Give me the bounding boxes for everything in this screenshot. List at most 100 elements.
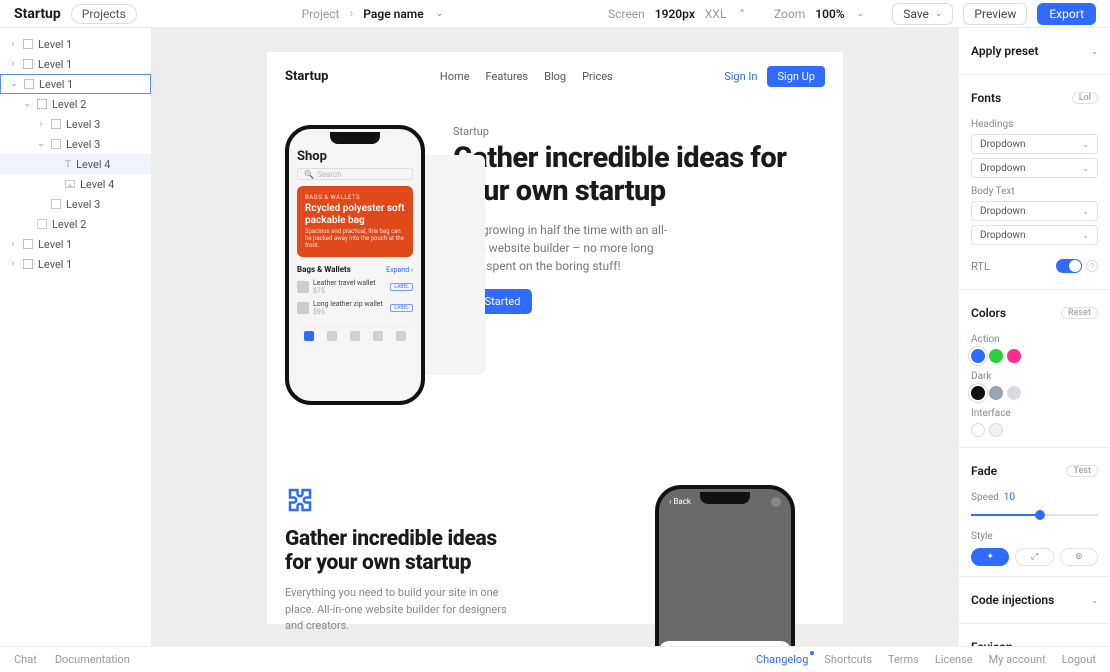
apply-preset-row[interactable]: Apply preset⌄ <box>971 38 1098 64</box>
tree-node[interactable]: T Level 4 <box>0 154 151 174</box>
phone-tabbar <box>297 326 413 341</box>
section2-body: Everything you need to build your site i… <box>285 585 515 635</box>
product-item: Leather travel wallet$75LABEL <box>297 279 413 295</box>
preview-button[interactable]: Preview <box>963 3 1027 25</box>
twist-icon[interactable]: ⌄ <box>22 99 32 109</box>
tree-node-label: Level 2 <box>52 98 86 111</box>
hero-title: Gather incredible ideas for your own sta… <box>453 142 825 209</box>
chevron-down-icon: ⌄ <box>1091 47 1098 56</box>
chevron-up-icon[interactable]: ⌃ <box>738 9 746 19</box>
body-dd-2[interactable]: Dropdown⌄ <box>971 225 1098 245</box>
twist-icon[interactable]: › <box>8 39 18 49</box>
speed-value: 10 <box>1004 492 1015 503</box>
tree-node-label: Level 1 <box>38 58 72 71</box>
footer-link[interactable]: Terms <box>888 653 919 666</box>
crumb-project[interactable]: Project <box>302 7 340 21</box>
bodytext-label: Body Text <box>971 186 1098 197</box>
footer-link[interactable]: Changelog <box>756 653 808 666</box>
interface-label: Interface <box>971 408 1098 419</box>
style-opt-3[interactable]: ⊚ <box>1060 548 1098 566</box>
tree-node[interactable]: Level 2 <box>0 214 151 234</box>
footer-link[interactable]: Logout <box>1062 653 1096 666</box>
tree-node[interactable]: › Level 1 <box>0 254 151 274</box>
tree-node[interactable]: › Level 1 <box>0 234 151 254</box>
footer-link[interactable]: Shortcuts <box>824 653 872 666</box>
export-button[interactable]: Export <box>1037 3 1096 25</box>
projects-pill[interactable]: Projects <box>71 4 137 24</box>
tree-node[interactable]: Level 3 <box>0 194 151 214</box>
hero-eyebrow: Startup <box>453 125 825 138</box>
chevron-down-icon[interactable]: ⌄ <box>857 9 865 19</box>
section2-title: Gather incredible ideas for your own sta… <box>285 527 515 575</box>
screen-value[interactable]: 1920px <box>655 7 695 21</box>
style-opt-2[interactable]: ⤢ <box>1015 548 1053 566</box>
fade-heading: Fade <box>971 464 997 478</box>
headings-label: Headings <box>971 119 1098 130</box>
tree-node-label: Level 1 <box>39 78 73 91</box>
expand-link: Expand › <box>386 266 413 274</box>
headings-dd-2[interactable]: Dropdown⌄ <box>971 158 1098 178</box>
fonts-heading: Fonts <box>971 91 1001 105</box>
screen-size: XXL <box>705 7 727 21</box>
tree-node-label: Level 3 <box>66 198 100 211</box>
zoom-label: Zoom <box>774 7 805 21</box>
fade-pill[interactable]: Test <box>1066 465 1098 477</box>
nav-link[interactable]: Home <box>440 70 470 83</box>
tree-node[interactable]: › Level 1 <box>0 34 151 54</box>
canvas[interactable]: Startup Home Features Blog Prices Sign In S… <box>152 28 958 648</box>
footer-link[interactable]: Chat <box>14 653 37 666</box>
fonts-pill[interactable]: Lol <box>1072 92 1098 104</box>
nav-link[interactable]: Features <box>486 70 529 83</box>
style-opt-1[interactable]: ✦ <box>971 548 1009 566</box>
footer-link[interactable]: Documentation <box>55 653 130 666</box>
signin-link[interactable]: Sign In <box>724 70 757 83</box>
action-swatches[interactable] <box>971 349 1098 363</box>
zoom-value[interactable]: 100% <box>815 7 844 21</box>
twist-icon[interactable]: › <box>36 119 46 129</box>
reset-button[interactable]: Reset <box>1061 307 1098 319</box>
tree-node-label: Level 4 <box>80 178 114 191</box>
signup-button[interactable]: Sign Up <box>767 66 825 87</box>
screen-label: Screen <box>608 7 645 21</box>
color-swatch[interactable] <box>989 349 1003 363</box>
twist-icon[interactable]: › <box>8 259 18 269</box>
rtl-toggle[interactable] <box>1056 259 1082 273</box>
save-button[interactable]: Save⌄ <box>892 3 953 25</box>
footer-link[interactable]: License <box>935 653 973 666</box>
body-dd-1[interactable]: Dropdown⌄ <box>971 201 1098 221</box>
color-swatch[interactable] <box>971 386 985 400</box>
help-icon[interactable]: ? <box>1086 260 1098 272</box>
tree-node[interactable]: › Level 1 <box>0 54 151 74</box>
speed-slider[interactable] <box>971 507 1098 523</box>
crumb-page[interactable]: Page name <box>363 7 423 21</box>
nav-link[interactable]: Blog <box>544 70 566 83</box>
footer: Chat Documentation Changelog Shortcuts Term… <box>0 646 1110 672</box>
headings-dd-1[interactable]: Dropdown⌄ <box>971 134 1098 154</box>
color-swatch[interactable] <box>1007 386 1021 400</box>
twist-icon[interactable]: › <box>8 239 18 249</box>
tree-node-label: Level 4 <box>76 158 110 171</box>
footer-link[interactable]: My account <box>989 653 1046 666</box>
twist-icon[interactable]: ⌄ <box>9 79 19 89</box>
tree-node[interactable]: ⌄ Level 3 <box>0 134 151 154</box>
dark-label: Dark <box>971 371 1098 382</box>
code-injections-row[interactable]: Code injections⌄ <box>971 587 1098 613</box>
nav-link[interactable]: Prices <box>582 70 613 83</box>
twist-icon[interactable]: › <box>8 59 18 69</box>
tree-node[interactable]: › Level 3 <box>0 114 151 134</box>
interface-swatches[interactable] <box>971 423 1098 437</box>
color-swatch[interactable] <box>1007 349 1021 363</box>
tree-node[interactable]: Level 4 <box>0 174 151 194</box>
tree-node[interactable]: ⌄ Level 1 <box>0 74 151 94</box>
dark-swatches[interactable] <box>971 386 1098 400</box>
color-swatch[interactable] <box>989 386 1003 400</box>
layer-tree[interactable]: › Level 1 › Level 1 ⌄ Level 1 ⌄ Level 2 … <box>0 28 152 648</box>
topbar: Startup Projects Project › Page name ⌄ S… <box>0 0 1110 28</box>
chevron-down-icon[interactable]: ⌄ <box>436 9 444 19</box>
color-swatch[interactable] <box>971 349 985 363</box>
style-options[interactable]: ✦ ⤢ ⊚ <box>971 548 1098 566</box>
tree-node-label: Level 3 <box>66 118 100 131</box>
twist-icon[interactable]: ⌄ <box>36 139 46 149</box>
tree-node[interactable]: ⌄ Level 2 <box>0 94 151 114</box>
phone-feature-card: BAGS & WALLETS Rcycled polyester soft pa… <box>297 186 413 257</box>
